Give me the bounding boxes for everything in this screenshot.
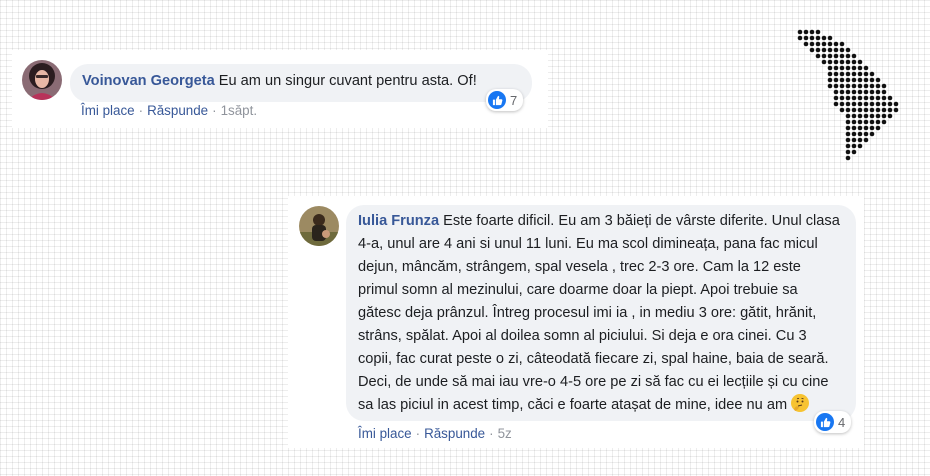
timestamp[interactable]: 1săpt. [221,103,257,118]
like-thumb-icon [488,91,506,109]
comment-actions: Îmi place · Răspunde · 1săpt. [81,103,257,118]
separator: · [415,426,421,441]
like-link[interactable]: Îmi place [81,103,135,118]
comment-card-1: Voinovan Georgeta Eu am un singur cuvant… [12,50,548,128]
reaction-count: 4 [838,414,846,430]
reaction-count-badge[interactable]: 7 [486,89,524,111]
avatar[interactable] [22,60,62,100]
reaction-count: 7 [510,92,518,108]
like-link[interactable]: Îmi place [358,426,412,441]
comment-author[interactable]: Iulia Frunza [358,213,439,229]
comment-text: Este foarte dificil. Eu am 3 băieți de v… [358,213,840,413]
separator: · [212,103,217,118]
reply-link[interactable]: Răspunde [147,103,208,118]
dotted-moldova-map-icon [797,29,899,161]
comment-bubble: Voinovan Georgeta Eu am un singur cuvant… [70,64,532,102]
like-thumb-icon [816,413,834,431]
comment-actions: Îmi place · Răspunde · 5z [358,426,512,441]
reaction-count-badge[interactable]: 4 [814,411,852,433]
comment-bubble: Iulia Frunza Este foarte dificil. Eu am … [346,205,856,421]
thinking-face-emoji [791,394,810,412]
avatar[interactable] [299,206,339,246]
comment-author[interactable]: Voinovan Georgeta [82,73,215,89]
timestamp[interactable]: 5z [498,426,512,441]
comment-card-2: Iulia Frunza Este foarte dificil. Eu am … [288,196,864,448]
reply-link[interactable]: Răspunde [424,426,485,441]
separator: · [489,426,494,441]
separator: · [138,103,144,118]
comment-text: Eu am un singur cuvant pentru asta. Of! [218,73,477,89]
